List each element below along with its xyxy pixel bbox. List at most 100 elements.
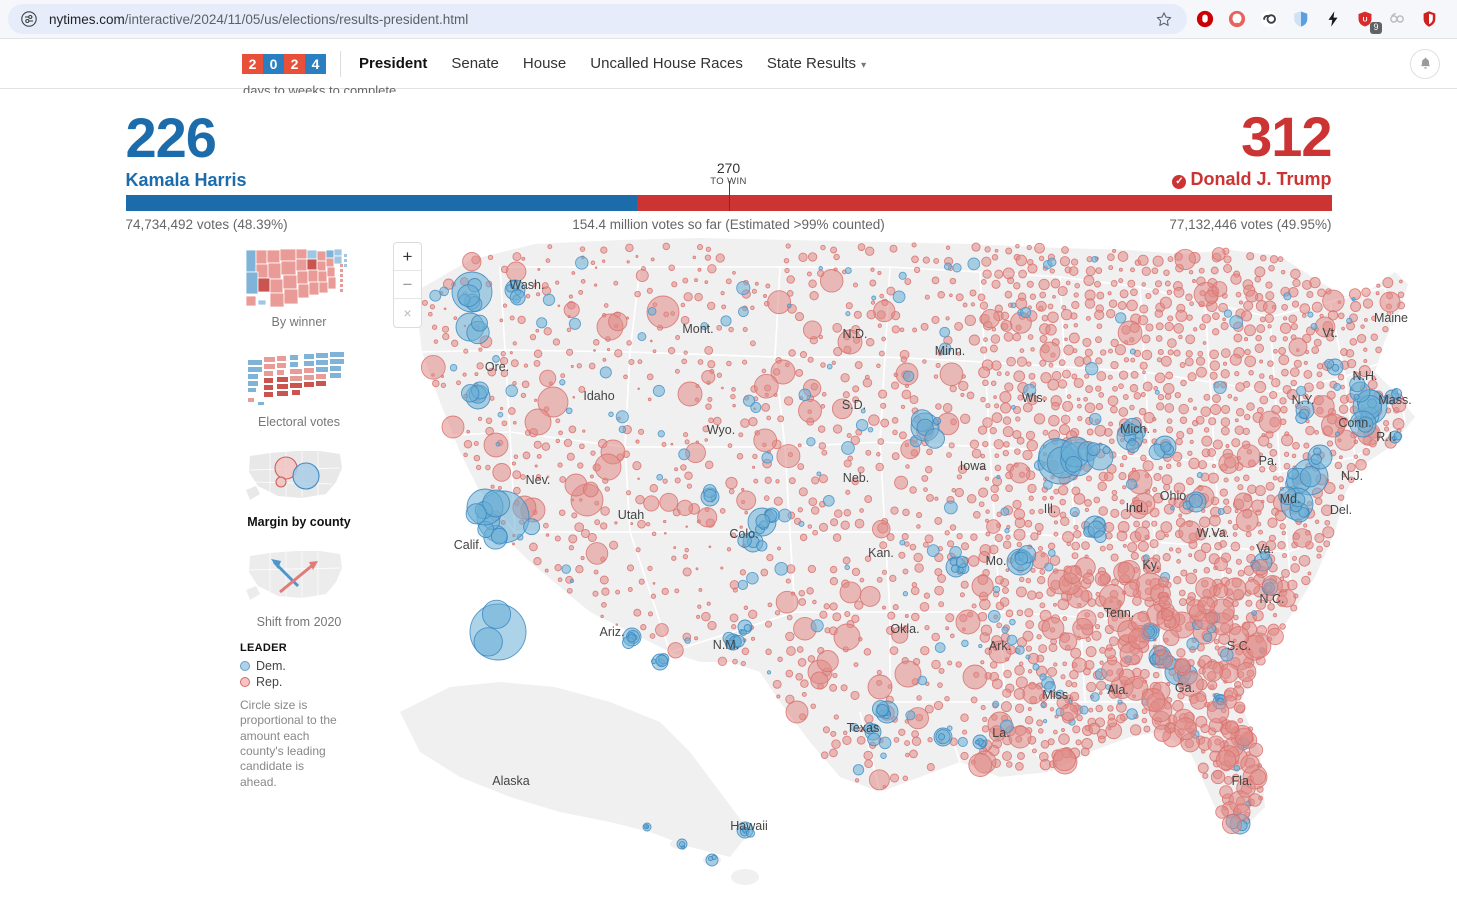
county-bubble[interactable] <box>1027 483 1037 494</box>
county-bubble[interactable] <box>956 474 963 480</box>
county-bubble[interactable] <box>996 371 1002 377</box>
county-bubble[interactable] <box>1026 280 1034 288</box>
county-bubble[interactable] <box>1063 344 1075 356</box>
county-bubble[interactable] <box>726 360 732 367</box>
county-bubble[interactable] <box>497 485 502 490</box>
county-bubble[interactable] <box>920 645 930 656</box>
county-bubble[interactable] <box>1047 303 1054 310</box>
county-bubble[interactable] <box>1205 611 1218 625</box>
county-bubble[interactable] <box>810 703 816 709</box>
county-bubble[interactable] <box>971 603 977 609</box>
county-bubble[interactable] <box>1376 283 1381 288</box>
county-bubble[interactable] <box>1076 714 1083 722</box>
county-bubble[interactable] <box>1042 429 1049 436</box>
county-bubble[interactable] <box>994 533 1003 543</box>
county-bubble[interactable] <box>914 563 924 573</box>
county-bubble[interactable] <box>512 341 517 346</box>
county-bubble[interactable] <box>870 267 875 272</box>
county-bubble[interactable] <box>851 567 861 577</box>
county-bubble[interactable] <box>1314 519 1320 525</box>
county-bubble[interactable] <box>646 287 653 294</box>
county-bubble[interactable] <box>719 508 726 514</box>
county-bubble[interactable] <box>594 453 622 481</box>
county-bubble[interactable] <box>1015 645 1025 655</box>
county-bubble[interactable] <box>1025 430 1036 441</box>
county-bubble[interactable] <box>707 396 713 402</box>
county-bubble[interactable] <box>842 735 852 745</box>
county-bubble[interactable] <box>783 257 790 264</box>
county-bubble[interactable] <box>1316 553 1322 559</box>
county-bubble[interactable] <box>763 495 770 501</box>
county-bubble[interactable] <box>725 476 738 490</box>
county-bubble[interactable] <box>545 533 550 537</box>
county-bubble[interactable] <box>840 684 848 692</box>
county-bubble[interactable] <box>816 471 822 477</box>
county-bubble[interactable] <box>1073 524 1079 530</box>
county-bubble[interactable] <box>697 507 718 528</box>
county-bubble[interactable] <box>1096 323 1103 330</box>
county-bubble[interactable] <box>1123 357 1130 363</box>
county-bubble[interactable] <box>1259 395 1269 405</box>
county-bubble[interactable] <box>557 462 563 468</box>
county-bubble[interactable] <box>568 294 573 299</box>
county-bubble[interactable] <box>904 541 910 547</box>
county-bubble[interactable] <box>1158 595 1172 609</box>
county-bubble[interactable] <box>1307 311 1314 318</box>
county-bubble[interactable] <box>1168 547 1174 552</box>
county-bubble[interactable] <box>1128 627 1150 650</box>
county-bubble[interactable] <box>568 425 577 434</box>
county-bubble[interactable] <box>1162 553 1171 562</box>
county-bubble[interactable] <box>967 555 980 567</box>
county-bubble[interactable] <box>1306 290 1314 299</box>
county-bubble[interactable] <box>944 695 950 702</box>
county-bubble[interactable] <box>881 336 886 342</box>
county-bubble[interactable] <box>1215 805 1229 819</box>
county-bubble[interactable] <box>784 267 790 274</box>
county-bubble[interactable] <box>706 601 711 606</box>
county-bubble[interactable] <box>1118 472 1127 481</box>
county-bubble[interactable] <box>524 408 552 436</box>
county-bubble[interactable] <box>889 574 897 583</box>
county-bubble[interactable] <box>1082 572 1095 585</box>
county-bubble[interactable] <box>878 736 892 750</box>
county-bubble[interactable] <box>497 411 504 418</box>
county-bubble[interactable] <box>831 739 841 749</box>
county-bubble[interactable] <box>1030 567 1036 573</box>
county-bubble[interactable] <box>1190 692 1207 710</box>
county-bubble[interactable] <box>934 496 939 501</box>
county-bubble[interactable] <box>922 256 930 264</box>
county-bubble[interactable] <box>810 671 829 690</box>
county-bubble[interactable] <box>823 603 830 610</box>
county-bubble[interactable] <box>1004 382 1014 392</box>
county-bubble[interactable] <box>923 487 928 492</box>
county-bubble[interactable] <box>1201 313 1212 324</box>
county-bubble[interactable] <box>765 648 772 656</box>
county-bubble[interactable] <box>845 311 851 317</box>
county-bubble[interactable] <box>1118 370 1129 380</box>
county-bubble[interactable] <box>986 519 1001 534</box>
county-bubble[interactable] <box>649 339 653 343</box>
county-bubble[interactable] <box>1218 453 1240 474</box>
county-bubble[interactable] <box>873 300 896 323</box>
county-bubble[interactable] <box>820 244 826 251</box>
county-bubble[interactable] <box>1099 660 1104 665</box>
county-bubble[interactable] <box>750 305 755 311</box>
county-bubble[interactable] <box>812 529 818 536</box>
county-bubble[interactable] <box>1096 371 1107 382</box>
county-bubble[interactable] <box>761 451 774 464</box>
county-bubble[interactable] <box>542 293 556 306</box>
county-bubble[interactable] <box>522 451 531 460</box>
county-bubble[interactable] <box>852 282 859 288</box>
county-bubble[interactable] <box>637 477 640 480</box>
county-bubble[interactable] <box>902 370 915 382</box>
county-bubble[interactable] <box>1117 699 1123 705</box>
county-bubble[interactable] <box>933 416 942 425</box>
county-bubble[interactable] <box>798 398 822 423</box>
county-bubble[interactable] <box>843 508 852 517</box>
county-bubble[interactable] <box>569 578 575 584</box>
county-bubble[interactable] <box>754 373 779 399</box>
county-bubble[interactable] <box>650 593 657 599</box>
county-bubble[interactable] <box>882 605 886 610</box>
county-bubble[interactable] <box>859 508 864 513</box>
county-bubble[interactable] <box>1031 748 1037 754</box>
